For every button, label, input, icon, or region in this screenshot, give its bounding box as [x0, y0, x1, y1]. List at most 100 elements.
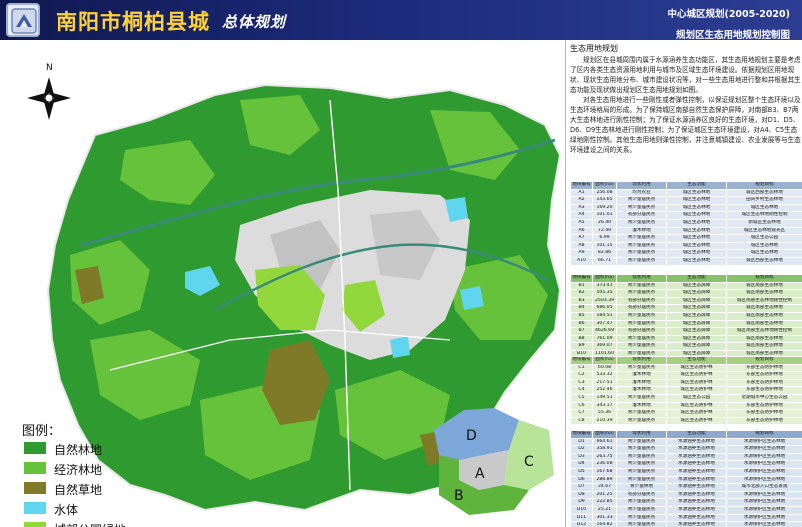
- table-cell: 均为农业: [616, 188, 667, 198]
- table-cell: D1: [570, 437, 593, 447]
- table-row: D7 34.67 青少量林地 水源涵养生态林地 城市北部入口生态景观: [570, 483, 802, 492]
- table-cell: 城区生态林地: [666, 226, 727, 236]
- table-cell: 城区生态林地: [666, 196, 727, 205]
- table-cell: A7: [570, 234, 593, 243]
- table-header-cell: 规划目标: [726, 274, 802, 283]
- table-cell: 水源涵养生态林地: [666, 460, 727, 469]
- table-cell: 青少量居民点: [616, 342, 667, 351]
- panel-description: 规划区在县城周围内属于水源涵养生态功能区，其生态用地规划主要是考虑了区内各类生态…: [570, 55, 801, 155]
- page-title: 南阳市桐柏县城: [56, 10, 210, 34]
- table-row: D10 25.21 青少量居民点 水源涵养生态林地 水源保护区生态林地: [570, 505, 802, 515]
- table-cell: C2: [570, 371, 593, 380]
- table-row: B8 761.09 青少量居民点 城区生态屏障 城区南部生态林地: [570, 334, 802, 344]
- table-cell: 青少量林地: [616, 483, 667, 492]
- table-cell: 水源涵养生态林地: [666, 467, 727, 477]
- table-cell: 水源保护区生态林地: [726, 445, 802, 454]
- table-cell: 有部分居民点: [616, 327, 667, 336]
- table-header-cell: 生态功能: [666, 430, 727, 439]
- table-cell: 青少量居民点: [616, 513, 667, 523]
- table-cell: 城区生态林地: [666, 256, 727, 266]
- table-cell: 城区南部生态林地刚性控制: [726, 296, 802, 306]
- table-header-cell: 现状利用: [616, 274, 667, 283]
- table-cell: 城区生态屏障: [666, 296, 727, 306]
- table-cell: 东部生态防护林地: [726, 386, 802, 395]
- table-header-cell: 现状利用: [616, 181, 667, 190]
- table-cell: 水源涵养生态林地: [666, 475, 727, 485]
- table-row: A6 72.49 灌木林地 城区生态林地 城区生态林地观光区: [570, 226, 802, 236]
- title-bar: 南阳市桐柏县城 总体规划 中心城区规划(2005-2020) 规划区生态用地规划…: [0, 0, 802, 41]
- table-cell: B5: [570, 311, 593, 321]
- table-cell: 城区生态林地: [726, 241, 802, 251]
- table-row: A2 143.65 青少量居民点 城区生态林地 田间乡村生态林地: [570, 196, 802, 205]
- table-cell: 369.07: [592, 342, 617, 351]
- table-cell: 210.39: [592, 416, 617, 426]
- map-canvas: N 图例： 自然林地经济林地自然草地水体城郊公园绿地 D A C B: [0, 40, 565, 527]
- table-cell: 2503.39: [592, 296, 617, 306]
- table-cell: 水源涵养生态林地: [666, 513, 727, 523]
- table-cell: C7: [570, 409, 593, 418]
- table-cell: A3: [570, 203, 593, 213]
- table-cell: 青少量居民点: [616, 445, 667, 454]
- legend-swatch: [24, 462, 46, 474]
- table-header-cell: 地块编号: [570, 356, 593, 365]
- table-header-cell: 现状利用: [616, 356, 667, 365]
- plan-info: 中心城区规划(2005-2020) 规划区生态用地规划控制图: [667, 6, 790, 41]
- table-cell: 60.08: [592, 363, 617, 373]
- table-header-cell: 地块编号: [570, 181, 593, 190]
- table-header-row: 地块编号 面积(ha) 现状利用 生态功能 规划目标: [570, 430, 802, 439]
- table-cell: A9: [570, 249, 593, 258]
- table-cell: 东部生态防护林地: [726, 409, 802, 418]
- table-cell: 343.17: [592, 401, 617, 411]
- water-body: [460, 286, 484, 310]
- table-cell: D9: [570, 498, 593, 507]
- table-cell: 4626.69: [592, 327, 617, 336]
- table-cell: 城区西部生态林地: [726, 256, 802, 266]
- table-cell: D5: [570, 467, 593, 477]
- table-row: B6 307.47 青少量居民点 城区生态屏障 城区南部生态林地: [570, 319, 802, 329]
- table-row: C6 343.17 灌木林地 城区生态防护林 东部生态防护林地: [570, 401, 802, 411]
- table-cell: 143.65: [592, 196, 617, 205]
- table-cell: 686.05: [592, 304, 617, 313]
- table-cell: 164.82: [592, 521, 617, 527]
- table-cell: 城区生态林地: [666, 234, 727, 243]
- table-row: A9 82.86 青少量居民点 城区生态林地 城区生态林地: [570, 249, 802, 258]
- table-header-cell: 面积(ha): [592, 356, 617, 365]
- table-cell: 城区生态防护林: [666, 409, 727, 418]
- table-cell: 263.75: [592, 452, 617, 462]
- table-cell: 城区南部生态林地: [726, 319, 802, 329]
- compass-rose: N: [27, 63, 71, 120]
- table-cell: 城区生态林地: [666, 188, 727, 198]
- table-cell: 水源保护区生态林地: [726, 475, 802, 485]
- table-cell: 有部分居民点: [616, 296, 667, 306]
- table-cell: 城区生态防护林: [666, 371, 727, 380]
- table-cell: 城区南部生态林地: [726, 311, 802, 321]
- table-cell: 灌木林地: [616, 371, 667, 380]
- table-cell: 6.99: [592, 234, 617, 243]
- table-cell: 青少量居民点: [616, 234, 667, 243]
- table-row: B9 369.07 青少量居民点 城区生态屏障 城区南部生态林地: [570, 342, 802, 351]
- table-cell: 217.51: [592, 378, 617, 388]
- legend-label: 城郊公园绿地: [54, 521, 126, 527]
- table-cell: 256.08: [592, 188, 617, 198]
- map-name: 规划区生态用地规划控制图: [675, 30, 790, 41]
- table-cell: 青少量居民点: [616, 249, 667, 258]
- table-cell: A6: [570, 226, 593, 236]
- zone-table: 地块编号 面积(ha) 现状利用 生态功能 规划目标 D1 664.61 青少量居民点 水源涵养…: [570, 430, 802, 527]
- emblem-logo: [6, 3, 40, 37]
- table-cell: 城区生态防护林: [666, 386, 727, 395]
- table-cell: 149.51: [592, 393, 617, 403]
- table-cell: 水源涵养生态林地: [666, 521, 727, 527]
- table-cell: 城区生态林地: [666, 218, 727, 228]
- table-cell: 灌木林地: [616, 378, 667, 388]
- table-row: D2 358.91 青少量居民点 水源涵养生态林地 水源保护区生态林地: [570, 445, 802, 454]
- table-cell: 101.15: [592, 241, 617, 251]
- table-cell: C6: [570, 401, 593, 411]
- table-header-cell: 面积(ha): [592, 274, 617, 283]
- table-cell: 青少量居民点: [616, 393, 667, 403]
- table-row: A8 101.15 青少量居民点 城区生态林地 城区生态林地: [570, 241, 802, 251]
- table-cell: B1: [570, 281, 593, 291]
- panel-title: 生态用地规划: [570, 44, 618, 53]
- table-cell: D11: [570, 513, 593, 523]
- plan-name: 中心城区规划(2005-2020): [667, 9, 790, 20]
- table-row: C1 60.08 青少量居民点 城区生态防护林 东部生态防护林地: [570, 363, 802, 373]
